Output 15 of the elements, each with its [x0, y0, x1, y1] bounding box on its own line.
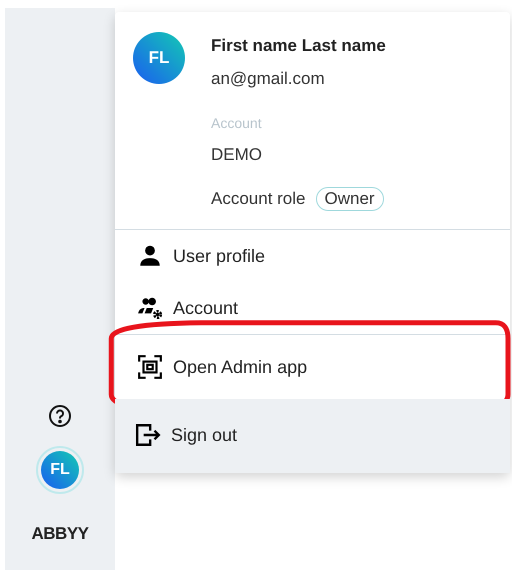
users-gear-icon: [137, 295, 163, 321]
role-badge: Owner: [316, 187, 384, 211]
account-label: Account: [211, 115, 263, 131]
menu-item[interactable]: User profile: [115, 230, 510, 282]
logo: ABBYY: [31, 524, 88, 544]
user-email: an@gmail.com: [211, 69, 326, 89]
sign-out-icon: [135, 422, 161, 448]
user-name: First name Last name: [211, 36, 386, 56]
user-avatar: FL: [133, 32, 185, 84]
account-name: DEMO: [211, 145, 263, 165]
scan-frame-icon: [137, 354, 163, 380]
menu-item[interactable]: Account: [115, 282, 510, 334]
role-label: Account role: [211, 189, 306, 209]
menu-item[interactable]: Sign out: [115, 399, 510, 473]
help-icon[interactable]: [48, 404, 72, 428]
